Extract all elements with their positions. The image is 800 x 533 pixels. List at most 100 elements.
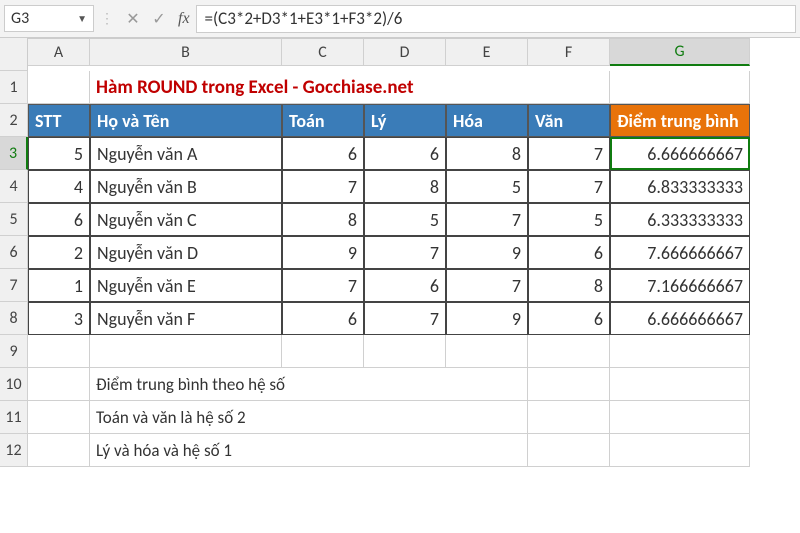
cell-E6[interactable]: 9 [446, 236, 528, 269]
cell-G6[interactable]: 7.666666667 [610, 236, 750, 269]
cell-G1[interactable] [610, 71, 750, 104]
cell-G4[interactable]: 6.833333333 [610, 170, 750, 203]
name-box-value: G3 [11, 9, 29, 28]
cell-B5[interactable]: Nguyễn văn C [90, 203, 282, 236]
cell-B10-note[interactable]: Điểm trung bình theo hệ số [90, 368, 528, 401]
row-header-11[interactable]: 11 [0, 401, 28, 434]
col-header-A[interactable]: A [28, 38, 90, 66]
col-header-E[interactable]: E [446, 38, 528, 66]
cell-A9[interactable] [28, 335, 90, 368]
col-header-F[interactable]: F [528, 38, 610, 66]
cell-A6[interactable]: 2 [28, 236, 90, 269]
cell-D7[interactable]: 6 [364, 269, 446, 302]
header-toan[interactable]: Toán [282, 104, 364, 137]
cell-B4[interactable]: Nguyễn văn B [90, 170, 282, 203]
header-hoa[interactable]: Hóa [446, 104, 528, 137]
cell-E7[interactable]: 7 [446, 269, 528, 302]
cell-B8[interactable]: Nguyễn văn F [90, 302, 282, 335]
row-header-3[interactable]: 3 [0, 137, 28, 170]
cell-F7[interactable]: 8 [528, 269, 610, 302]
cell-A11[interactable] [28, 401, 90, 434]
cell-C6[interactable]: 9 [282, 236, 364, 269]
cell-C5[interactable]: 8 [282, 203, 364, 236]
cell-B7[interactable]: Nguyễn văn E [90, 269, 282, 302]
cell-F12[interactable] [528, 434, 610, 467]
cell-B11-note[interactable]: Toán và văn là hệ số 2 [90, 401, 528, 434]
cell-A3[interactable]: 5 [28, 137, 90, 170]
cell-E5[interactable]: 7 [446, 203, 528, 236]
cell-E8[interactable]: 9 [446, 302, 528, 335]
cell-G8[interactable]: 6.666666667 [610, 302, 750, 335]
cell-D3[interactable]: 6 [364, 137, 446, 170]
cell-D5[interactable]: 5 [364, 203, 446, 236]
cell-E3[interactable]: 8 [446, 137, 528, 170]
cell-B9[interactable] [90, 335, 282, 368]
row-header-1[interactable]: 1 [0, 71, 28, 104]
fx-icon[interactable]: fx [172, 10, 196, 28]
col-header-B[interactable]: B [90, 38, 282, 66]
header-ly[interactable]: Lý [364, 104, 446, 137]
cell-C9[interactable] [282, 335, 364, 368]
cell-F9[interactable] [528, 335, 610, 368]
row-header-10[interactable]: 10 [0, 368, 28, 401]
cell-B12-note[interactable]: Lý và hóa và hệ số 1 [90, 434, 528, 467]
cell-G9[interactable] [610, 335, 750, 368]
cell-F11[interactable] [528, 401, 610, 434]
cell-A8[interactable]: 3 [28, 302, 90, 335]
row-header-2[interactable]: 2 [0, 104, 28, 137]
row-header-9[interactable]: 9 [0, 335, 28, 368]
cell-A4[interactable]: 4 [28, 170, 90, 203]
name-box[interactable]: G3 ▼ [4, 5, 94, 32]
header-avg[interactable]: Điểm trung bình [610, 104, 750, 137]
cell-F6[interactable]: 6 [528, 236, 610, 269]
cell-B6[interactable]: Nguyễn văn D [90, 236, 282, 269]
cell-F10[interactable] [528, 368, 610, 401]
cell-E9[interactable] [446, 335, 528, 368]
cell-D4[interactable]: 8 [364, 170, 446, 203]
cell-B3[interactable]: Nguyễn văn A [90, 137, 282, 170]
cell-C4[interactable]: 7 [282, 170, 364, 203]
chevron-down-icon[interactable]: ▼ [77, 12, 87, 25]
col-header-D[interactable]: D [364, 38, 446, 66]
cell-G7[interactable]: 7.166666667 [610, 269, 750, 302]
cell-E4[interactable]: 5 [446, 170, 528, 203]
cell-G11[interactable] [610, 401, 750, 434]
cell-G3[interactable]: 6.666666667 [610, 137, 750, 170]
cell-F8[interactable]: 6 [528, 302, 610, 335]
cell-A7[interactable]: 1 [28, 269, 90, 302]
cell-C3[interactable]: 6 [282, 137, 364, 170]
row-header-5[interactable]: 5 [0, 203, 28, 236]
col-header-G[interactable]: G [610, 38, 750, 66]
cell-A12[interactable] [28, 434, 90, 467]
select-all-corner[interactable] [0, 38, 28, 71]
cell-F5[interactable]: 5 [528, 203, 610, 236]
row-header-6[interactable]: 6 [0, 236, 28, 269]
cell-C8[interactable]: 6 [282, 302, 364, 335]
cell-D9[interactable] [364, 335, 446, 368]
cell-F3[interactable]: 7 [528, 137, 610, 170]
formula-input[interactable]: =(C3*2+D3*1+E3*1+F3*2)/6 [196, 5, 796, 33]
cell-A10[interactable] [28, 368, 90, 401]
header-stt[interactable]: STT [28, 104, 90, 137]
cell-G12[interactable] [610, 434, 750, 467]
row-header-12[interactable]: 12 [0, 434, 28, 467]
cell-A5[interactable]: 6 [28, 203, 90, 236]
row-header-7[interactable]: 7 [0, 269, 28, 302]
col-header-C[interactable]: C [282, 38, 364, 66]
cell-G10[interactable] [610, 368, 750, 401]
cell-F4[interactable]: 7 [528, 170, 610, 203]
cell-D8[interactable]: 7 [364, 302, 446, 335]
cell-A1[interactable] [28, 71, 90, 104]
row-header-4[interactable]: 4 [0, 170, 28, 203]
cancel-icon[interactable]: ✕ [120, 9, 146, 29]
cell-D6[interactable]: 7 [364, 236, 446, 269]
header-van[interactable]: Văn [528, 104, 610, 137]
cell-B1-title[interactable]: Hàm ROUND trong Excel - Gocchiase.net [90, 71, 610, 104]
separator: ⋮ [94, 10, 120, 27]
cell-C7[interactable]: 7 [282, 269, 364, 302]
header-name[interactable]: Họ và Tên [90, 104, 282, 137]
formula-bar: G3 ▼ ⋮ ✕ ✓ fx =(C3*2+D3*1+E3*1+F3*2)/6 [0, 0, 800, 38]
row-header-8[interactable]: 8 [0, 302, 28, 335]
confirm-icon[interactable]: ✓ [146, 9, 172, 29]
cell-G5[interactable]: 6.333333333 [610, 203, 750, 236]
